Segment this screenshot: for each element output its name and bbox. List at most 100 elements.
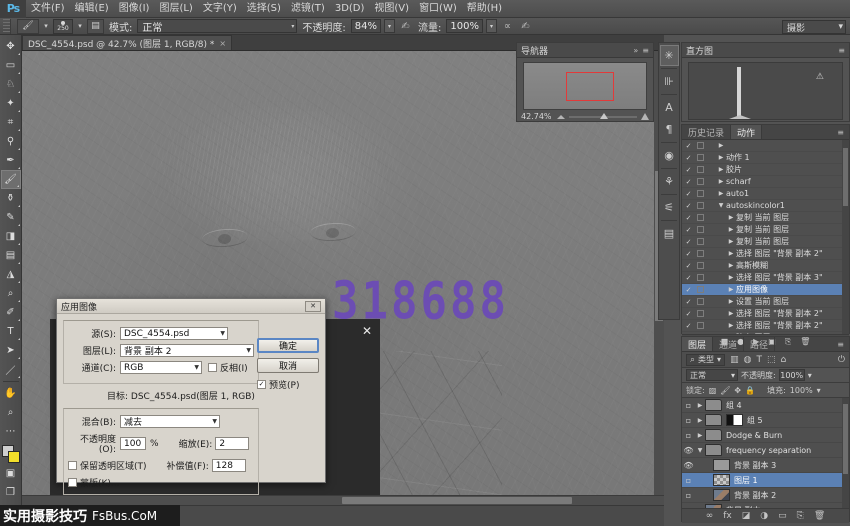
action-dialog-toggle[interactable] [695,286,706,293]
expand-icon[interactable]: ▼ [716,202,726,209]
menu-select[interactable]: 选择(S) [242,0,286,18]
expand-icon[interactable]: ▶ [716,154,726,161]
screen-mode-icon[interactable]: ❐ [1,483,21,502]
clone-stamp-tool[interactable]: ⚱ [1,189,21,208]
blend-mode-select[interactable]: 正常 ▾ [137,19,297,33]
color-wheel-icon[interactable]: ◉ [660,145,679,166]
dialog-titlebar[interactable]: 应用图像 ✕ [57,299,325,314]
actions-list[interactable]: ✓ ▶ ✓ ▶ 动作 1 ✓ ▶ 胶片 ✓ [682,140,849,334]
action-row[interactable]: ✓ ▶ scharf [682,176,849,188]
brush-panel-toggle-icon[interactable]: ▤ [87,19,104,34]
navigator-header[interactable]: 导航器 » ≡ [517,43,653,58]
histogram-warning-icon[interactable]: ⚠ [816,72,824,82]
ok-button[interactable]: 确定 [257,338,319,353]
layer-visibility-icon[interactable]: ▫ [682,506,695,509]
layer-style-icon[interactable]: fx [723,511,732,521]
menu-window[interactable]: 窗口(W) [414,0,462,18]
close-icon[interactable]: × [219,39,226,48]
action-toggle-icon[interactable]: ✓ [682,202,695,210]
filter-pixel-icon[interactable]: ▥ [730,355,739,365]
action-dialog-toggle[interactable] [695,202,706,209]
menu-help[interactable]: 帮助(H) [462,0,507,18]
action-toggle-icon[interactable]: ✓ [682,166,695,174]
filter-shape-icon[interactable]: ⬚ [767,355,776,365]
invert-checkbox[interactable]: 反相(I) [208,361,248,374]
airbrush-icon[interactable]: ∝ [500,19,515,34]
fill-value[interactable]: 100% [790,386,813,395]
navigator-zoom-value[interactable]: 42.74% [521,112,553,121]
eraser-tool[interactable]: ◨ [1,227,21,246]
layer-visibility-icon[interactable]: 👁 [682,446,695,455]
layer-row[interactable]: ▫ ▶ 组 4 [682,398,849,413]
background-color-swatch[interactable] [8,451,20,463]
layer-select[interactable]: 背景 副本 2 ▼ [120,344,254,357]
panel-menu-icon[interactable]: ≡ [832,337,849,351]
panel-menu-icon[interactable]: ≡ [642,46,649,55]
new-action-icon[interactable]: ⎘ [785,337,791,347]
menu-filter[interactable]: 滤镜(T) [286,0,330,18]
action-dialog-toggle[interactable] [695,154,706,161]
layer-filter-type-select[interactable]: ⌕ 类型 ▾ [686,354,725,366]
opacity-value[interactable]: 84% [351,19,381,33]
layer-row[interactable]: ▫ ▶ 组 5 [682,413,849,428]
navigator-viewport-rect[interactable] [566,72,614,101]
shape-tool[interactable]: ／ [1,360,21,379]
action-row[interactable]: ✓ ▶ 复制 当前 图层 [682,212,849,224]
layer-visibility-icon[interactable]: 👁 [682,461,695,470]
zoom-in-icon[interactable] [641,113,649,120]
add-mask-icon[interactable]: ◪ [742,511,751,521]
action-row[interactable]: ✓ ▶ 高斯模糊 [682,260,849,272]
action-dialog-toggle[interactable] [695,214,706,221]
action-toggle-icon[interactable]: ✓ [682,214,695,222]
action-toggle-icon[interactable]: ✓ [682,286,695,294]
expand-icon[interactable]: ▶ [726,226,736,233]
action-row[interactable]: ✓ ▶ 选择 图层 "背景 副本 2" [682,308,849,320]
layer-visibility-icon[interactable]: ▫ [682,416,695,425]
panel-menu-icon[interactable]: ≡ [832,125,849,139]
action-dialog-toggle[interactable] [695,190,706,197]
lock-all-icon[interactable]: 🔒 [745,386,755,395]
move-tool[interactable]: ✥ [1,37,21,56]
menu-3d[interactable]: 3D(D) [330,0,370,18]
layer-visibility-icon[interactable]: ▫ [682,431,695,440]
menu-image[interactable]: 图像(I) [114,0,155,18]
lasso-tool[interactable]: ♘ [1,75,21,94]
histogram-dock-icon[interactable]: ⊪ [660,71,679,92]
tab-paths[interactable]: 路径 [744,337,775,351]
quick-mask-icon[interactable]: ▣ [1,464,21,483]
action-row[interactable]: ✓ 建立 图层 [682,332,849,334]
action-toggle-icon[interactable]: ✓ [682,274,695,282]
action-dialog-toggle[interactable] [695,322,706,329]
layers-list[interactable]: ▫ ▶ 组 4 ▫ ▶ 组 5 ▫ ▶ Dodge & Burn [682,398,849,508]
properties-panel-icon[interactable]: ⚟ [660,197,679,218]
action-row[interactable]: ✓ ▶ auto1 [682,188,849,200]
expand-icon[interactable]: ▶ [726,262,736,269]
action-toggle-icon[interactable]: ✓ [682,298,695,306]
action-toggle-icon[interactable]: ✓ [682,238,695,246]
action-row[interactable]: ✓ ▶ 选择 图层 "背景 副本 2" [682,320,849,332]
layer-opacity-value[interactable]: 100% [779,369,805,381]
actions-scroll-thumb[interactable] [843,148,848,206]
action-dialog-toggle[interactable] [695,166,706,173]
menu-layer[interactable]: 图层(L) [154,0,197,18]
channel-select[interactable]: RGB ▼ [120,361,202,374]
flow-chevron-icon[interactable]: ▾ [486,19,497,33]
lock-transparency-icon[interactable]: ▨ [709,386,717,395]
expand-icon[interactable]: ▶ [726,286,736,293]
histogram-header[interactable]: 直方图 ≡ [682,43,849,58]
layer-row[interactable]: ▫ ▶ Dodge & Burn [682,428,849,443]
new-layer-icon[interactable]: ⎘ [797,511,804,521]
layer-row[interactable]: 👁 ▼ frequency separation [682,443,849,458]
layer-row[interactable]: ▫ 背景 副本 2 [682,488,849,503]
action-dialog-toggle[interactable] [695,226,706,233]
action-row[interactable]: ✓ ▶ 动作 1 [682,152,849,164]
canvas-horizontal-scrollbar[interactable] [22,495,664,505]
filter-power-toggle-icon[interactable]: ⏻ [838,355,845,365]
paragraph-panel-icon[interactable]: ¶ [660,119,679,140]
panel-menu-icon[interactable]: ≡ [838,46,845,55]
options-bar-grip[interactable] [3,19,11,34]
action-toggle-icon[interactable]: ✓ [682,310,695,318]
gradient-tool[interactable]: ▤ [1,246,21,265]
workspace-select[interactable]: 摄影 ▾ [782,20,846,34]
type-tool[interactable]: T [1,322,21,341]
